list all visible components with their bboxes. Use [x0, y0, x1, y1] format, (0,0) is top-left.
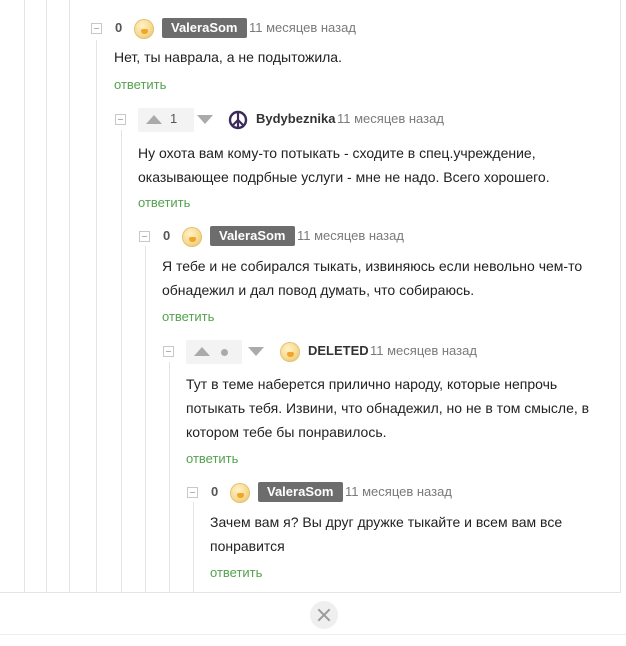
comment-rating: 0	[115, 20, 123, 35]
vote-control: 1	[138, 108, 194, 132]
arrow-up-icon[interactable]	[146, 115, 162, 124]
username-badge[interactable]: ValeraSom	[210, 226, 295, 246]
comment-text-line: потыкать тебя. Извини, что обнадежил, но…	[186, 400, 590, 416]
thread-line	[24, 0, 25, 592]
comment-text: Тут в теме наберется прилично народу, ко…	[186, 372, 589, 444]
comment-rating: 0	[163, 228, 171, 243]
thread-line	[46, 0, 47, 592]
comment-header: 0 ValeraSom 11 месяцев назад	[186, 481, 626, 505]
username[interactable]: DELETED	[308, 343, 369, 358]
comment-text-line: Тут в теме наберется прилично народу, ко…	[186, 376, 558, 392]
collapse-icon[interactable]	[163, 346, 174, 357]
comment-text-line: котором тебе бы понравилось.	[186, 424, 387, 440]
comment-text-line: оказывающее подрбные услуги - мне не над…	[138, 169, 550, 185]
collapse-icon[interactable]	[115, 114, 126, 125]
thread-line	[169, 362, 170, 592]
comment-text-line: понравится	[210, 538, 285, 554]
vote-control	[194, 108, 220, 132]
collapse-icon[interactable]	[139, 231, 150, 242]
reply-link[interactable]: ответить	[114, 77, 166, 92]
thread-line	[96, 40, 97, 592]
comment-time[interactable]: 11 месяцев назад	[370, 343, 477, 358]
comment-header: 0 ValeraSom 11 месяцев назад	[138, 225, 626, 249]
close-icon[interactable]	[310, 601, 338, 629]
arrow-down-icon[interactable]	[197, 115, 213, 124]
comment-text-line: Нет, ты наврала, а не подытожила.	[114, 49, 342, 65]
comment-text: Я тебе и не собирался тыкать, извиняюсь …	[162, 254, 582, 302]
username[interactable]: Bydybeznika	[256, 111, 335, 126]
comment-text: Нет, ты наврала, а не подытожила.	[114, 45, 342, 69]
zero-rating-dot	[221, 349, 228, 356]
reply-link[interactable]: ответить	[186, 451, 238, 466]
peace-sign-icon[interactable]	[228, 110, 248, 130]
reply-link[interactable]: ответить	[210, 565, 262, 580]
comment-text-line: обнадежил и дал повод думать, что собира…	[162, 282, 475, 298]
vote-control	[242, 340, 268, 364]
comment-text-line: Я тебе и не собирался тыкать, извиняюсь …	[162, 258, 583, 274]
comment-text-line: Ну охота вам кому-то потыкать - сходите …	[138, 145, 536, 161]
comment-time[interactable]: 11 месяцев назад	[337, 111, 444, 126]
thread-line	[121, 130, 122, 592]
comment-text: Зачем вам я? Вы друг дружке тыкайте и вс…	[210, 510, 562, 558]
thread-line	[69, 0, 70, 592]
username-badge[interactable]: ValeraSom	[162, 18, 247, 38]
thread-line	[145, 246, 146, 592]
reply-link[interactable]: ответить	[162, 309, 214, 324]
thread-line	[193, 502, 194, 592]
arrow-up-icon[interactable]	[194, 347, 210, 356]
avatar[interactable]	[182, 227, 202, 247]
avatar[interactable]	[280, 342, 300, 362]
avatar[interactable]	[230, 483, 250, 503]
vote-control	[186, 340, 242, 364]
comment-header: DELETED 11 месяцев назад	[162, 340, 626, 364]
divider	[0, 634, 626, 635]
comment-rating: 0	[211, 484, 219, 499]
arrow-down-icon[interactable]	[248, 347, 264, 356]
comment-rating: 1	[170, 111, 178, 126]
comment-text-line: Зачем вам я? Вы друг дружке тыкайте и вс…	[210, 514, 563, 530]
comment-time[interactable]: 11 месяцев назад	[297, 228, 404, 243]
avatar[interactable]	[134, 19, 154, 39]
comment-text: Ну охота вам кому-то потыкать - сходите …	[138, 141, 550, 189]
username-badge[interactable]: ValeraSom	[258, 482, 343, 502]
comment-header: 0 ValeraSom 11 месяцев назад	[90, 17, 610, 41]
comment-time[interactable]: 11 месяцев назад	[345, 484, 452, 499]
collapse-icon[interactable]	[187, 487, 198, 498]
comment-header: 1 Bydybeznika 11 месяцев назад	[114, 108, 626, 132]
collapse-icon[interactable]	[91, 23, 102, 34]
comment-time[interactable]: 11 месяцев назад	[249, 20, 356, 35]
content-border	[0, 592, 620, 593]
reply-link[interactable]: ответить	[138, 195, 190, 210]
